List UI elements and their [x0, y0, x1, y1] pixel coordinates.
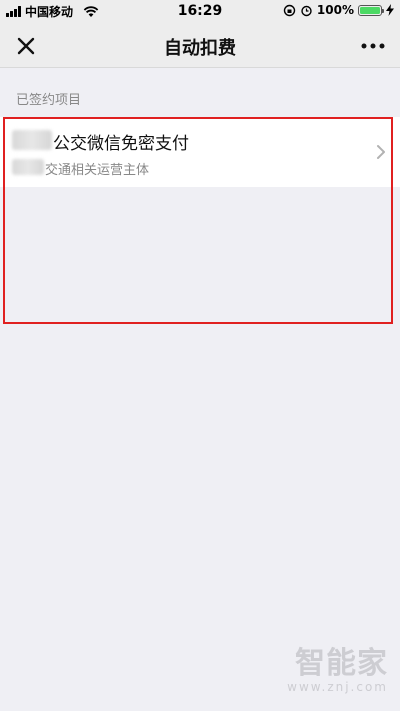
page-title: 自动扣费 — [164, 38, 236, 59]
alarm-icon — [301, 5, 312, 16]
watermark-url: www.znj.com — [287, 680, 388, 694]
list-item[interactable]: 公交微信免密支付 交通相关运营主体 — [0, 117, 400, 187]
item-subtitle: 交通相关运营主体 — [45, 163, 150, 178]
status-bar: 中国移动 16:29 100% — [0, 0, 400, 24]
chevron-right-icon — [377, 145, 385, 159]
battery-icon — [358, 4, 384, 16]
status-right: 100% — [283, 3, 394, 17]
more-icon — [361, 43, 385, 49]
battery-fill — [360, 6, 380, 14]
section-label: 已签约项目 — [16, 93, 82, 108]
item-title: 公交微信免密支付 — [53, 134, 189, 154]
charging-icon — [386, 4, 394, 16]
blurred-text — [12, 130, 52, 150]
blurred-text — [12, 159, 44, 175]
watermark-logo: 智能家 — [295, 646, 388, 681]
rotation-lock-icon — [283, 4, 296, 16]
more-button[interactable] — [360, 34, 386, 58]
battery-percent: 100% — [316, 3, 354, 17]
nav-bar: 自动扣费 — [0, 24, 400, 68]
watermark: 智能家 www.znj.com — [287, 646, 388, 695]
